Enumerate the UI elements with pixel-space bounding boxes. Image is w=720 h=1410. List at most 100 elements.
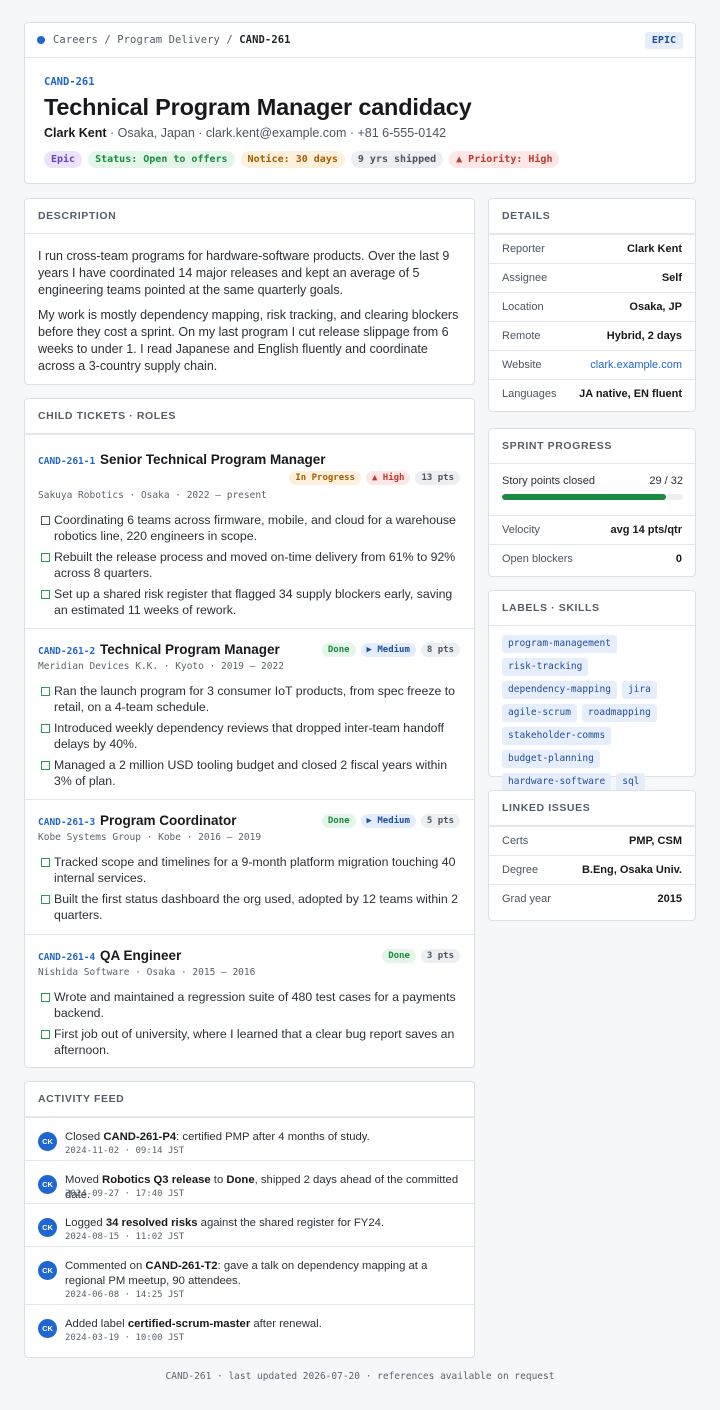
role-bullet-text: Tracked scope and timelines for a 9-mont…: [54, 855, 456, 885]
detail-row: Assignee Self: [489, 263, 695, 292]
label-chip[interactable]: stakeholder-comms: [502, 727, 612, 745]
role-meta: Nishida Software · Osaka · 2015 – 2016: [38, 967, 256, 978]
detail-label: Reporter: [502, 243, 545, 255]
label-chip[interactable]: dependency-mapping: [502, 681, 617, 699]
role-bullet-text: Wrote and maintained a regression suite …: [54, 990, 456, 1020]
detail-value: B.Eng, Osaka Univ.: [581, 864, 682, 876]
role-badges: In Progress ▲ High 13 pts: [289, 471, 460, 485]
role-key[interactable]: CAND-261-2: [38, 646, 95, 657]
roles-heading: CHILD TICKETS · ROLES: [25, 399, 474, 434]
role-bullet: Set up a shared risk register that flagg…: [38, 586, 463, 618]
sprint-heading: SPRINT PROGRESS: [489, 429, 695, 464]
roles-panel: CHILD TICKETS · ROLES CAND-261-1 Senior T…: [24, 398, 475, 1068]
detail-label: Remote: [502, 330, 541, 342]
role-key[interactable]: CAND-261-1: [38, 456, 95, 467]
label-chip[interactable]: program-management: [502, 635, 617, 653]
role-ticket[interactable]: CAND-261-4 QA Engineer Done 3 pts Nishida So…: [25, 934, 474, 1068]
role-badge: ▶ Medium: [360, 643, 416, 657]
role-bullet-text: Coordinating 6 teams across firmware, mo…: [54, 513, 456, 543]
detail-label: Assignee: [502, 272, 548, 284]
role-meta: Kobe Systems Group · Kobe · 2016 – 2019: [38, 832, 262, 843]
role-bullet-text: Built the first status dashboard the org…: [54, 892, 458, 922]
detail-label: Location: [502, 301, 544, 313]
label-chip[interactable]: risk-tracking: [502, 658, 589, 676]
detail-value: Clark Kent: [626, 243, 682, 255]
description-paragraph: My work is mostly dependency mapping, ri…: [38, 308, 459, 373]
breadcrumb-current: CAND-261: [239, 34, 291, 46]
detail-row: Velocity avg 14 pts/qtr: [489, 515, 695, 544]
role-bullet: Managed a 2 million USD tooling budget a…: [38, 757, 463, 789]
label-chip[interactable]: budget-planning: [502, 750, 600, 768]
activity-ref[interactable]: certified-scrum-master: [128, 1318, 250, 1330]
detail-row: Remote Hybrid, 2 days: [489, 321, 695, 350]
label-chip[interactable]: jira: [621, 681, 657, 699]
activity-timestamp: 2024-08-15 · 11:02 JST: [65, 1232, 185, 1242]
contact-line: Clark Kent · Osaka, Japan · clark.kent@e…: [44, 126, 676, 140]
role-bullet: Rebuilt the release process and moved on…: [38, 549, 463, 581]
checkbox-icon: [41, 761, 50, 770]
detail-row: Open blockers 0: [489, 544, 695, 573]
role-meta: Sakuya Robotics · Osaka · 2022 – present: [38, 490, 267, 501]
role-title[interactable]: Senior Technical Program Manager: [100, 452, 326, 467]
role-ticket[interactable]: CAND-261-1 Senior Technical Program Manag…: [25, 434, 474, 628]
activity-timestamp: 2024-09-27 · 17:40 JST: [65, 1189, 185, 1199]
description-panel: DESCRIPTION I run cross-team programs fo…: [24, 198, 475, 385]
role-bullet: First job out of university, where I lea…: [38, 1026, 463, 1058]
role-bullet: Ran the launch program for 3 consumer Io…: [38, 683, 463, 715]
activity-text: Commented on CAND-261-T2: gave a talk on…: [65, 1260, 428, 1287]
website-link[interactable]: clark.example.com: [590, 359, 682, 371]
role-ticket[interactable]: CAND-261-3 Program Coordinator Done ▶ Mediu…: [25, 799, 474, 934]
labels-heading: LABELS · SKILLS: [489, 591, 695, 626]
detail-value: JA native, EN fluent: [579, 388, 682, 400]
description-heading: DESCRIPTION: [25, 199, 474, 234]
avatar: CK: [38, 1175, 57, 1194]
activity-item: CK Logged 34 resolved risks against the s…: [25, 1203, 474, 1246]
role-title[interactable]: Technical Program Manager: [100, 642, 280, 657]
detail-row: Grad year 2015: [489, 884, 695, 913]
issue-header: Careers / Program Delivery / CAND-261 EP…: [24, 22, 696, 184]
role-ticket[interactable]: CAND-261-2 Technical Program Manager Done ▶…: [25, 628, 474, 799]
label-chips: program-management risk-tracking dependenc…: [502, 635, 686, 791]
breadcrumb-careers[interactable]: Careers: [53, 34, 98, 46]
activity-item: CK Added label certified-scrum-master aft…: [25, 1304, 474, 1358]
role-badge: Done: [321, 814, 356, 828]
activity-ref[interactable]: CAND-261-P4: [103, 1131, 176, 1143]
label-chip[interactable]: agile-scrum: [502, 704, 577, 722]
label-chip[interactable]: hardware-software: [502, 773, 612, 791]
label-chip[interactable]: sql: [616, 773, 646, 791]
role-bullet-text: Rebuilt the release process and moved on…: [54, 550, 456, 580]
detail-value: Hybrid, 2 days: [606, 330, 682, 342]
candidate-name: Clark Kent: [44, 126, 107, 140]
role-badges: Done 3 pts: [382, 949, 460, 963]
role-title[interactable]: QA Engineer: [100, 948, 181, 963]
checkbox-icon: [41, 1030, 50, 1039]
status-badges: Epic Status: Open to offers Notice: 30 day…: [44, 151, 676, 168]
breadcrumb: Careers / Program Delivery / CAND-261: [53, 34, 291, 46]
activity-ref[interactable]: 34 resolved risks: [106, 1217, 198, 1229]
role-key[interactable]: CAND-261-4: [38, 952, 95, 963]
detail-row: Location Osaka, JP: [489, 292, 695, 321]
activity-ref[interactable]: Done: [226, 1174, 254, 1186]
issue-key[interactable]: CAND-261: [44, 76, 676, 88]
progress-bar: [502, 494, 683, 500]
breadcrumb-program-delivery[interactable]: Program Delivery: [117, 34, 220, 46]
role-bullet-text: Introduced weekly dependency reviews tha…: [54, 721, 445, 751]
role-badge: 3 pts: [420, 949, 460, 963]
detail-label: Certs: [502, 835, 529, 847]
activity-item: CK Moved Robotics Q3 release to Done, shi…: [25, 1160, 474, 1203]
role-badge: In Progress: [289, 471, 361, 485]
label-chip[interactable]: roadmapping: [581, 704, 657, 722]
role-title[interactable]: Program Coordinator: [100, 813, 237, 828]
activity-ref[interactable]: Robotics Q3 release: [102, 1174, 211, 1186]
activity-text: Added label certified-scrum-master after…: [65, 1318, 322, 1330]
detail-label: Grad year: [502, 893, 551, 905]
contact-details: · Osaka, Japan · clark.kent@example.com …: [106, 126, 447, 140]
activity-ref[interactable]: CAND-261-T2: [145, 1260, 217, 1272]
detail-value: 2015: [657, 893, 682, 905]
role-key[interactable]: CAND-261-3: [38, 817, 95, 828]
detail-value: 0: [675, 553, 682, 565]
status-badge: 9 yrs shipped: [350, 151, 444, 168]
linked-issues-panel: LINKED ISSUES Certs PMP, CSM Degree B.Eng, …: [488, 790, 696, 921]
checkbox-icon: [41, 687, 50, 696]
checkbox-icon: [41, 724, 50, 733]
